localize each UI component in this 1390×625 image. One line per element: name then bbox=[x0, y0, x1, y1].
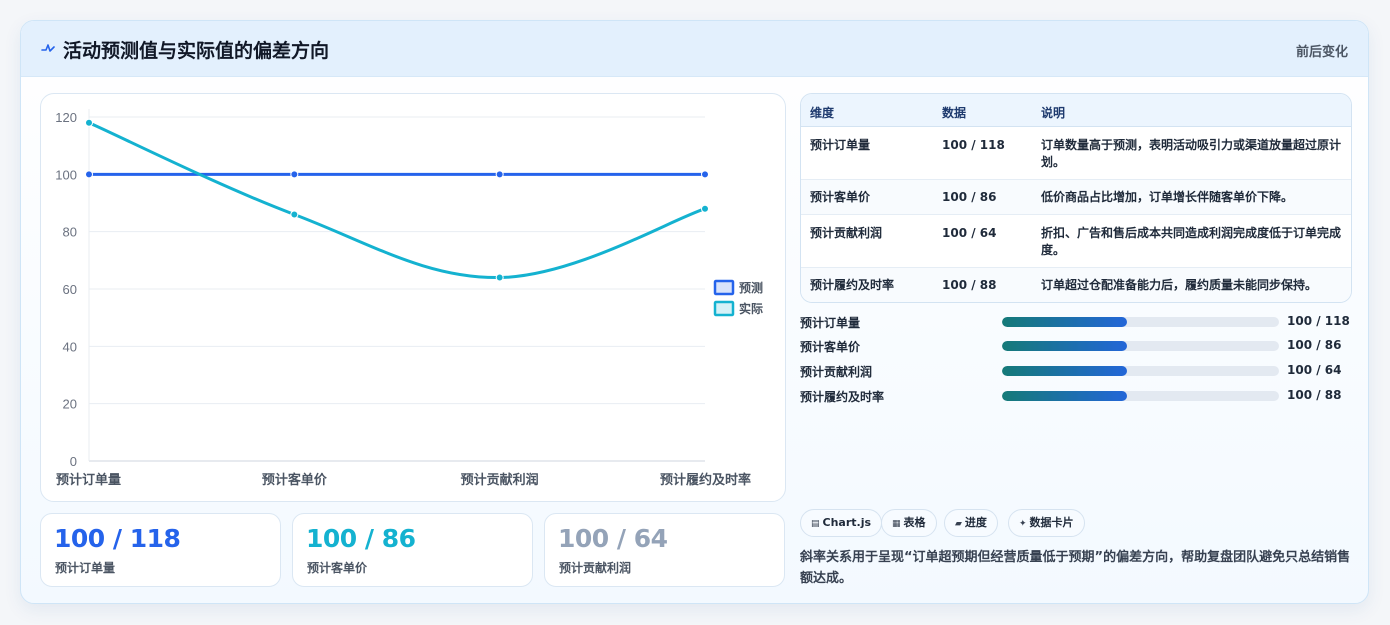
table-row: 预计履约及时率 100 / 88 订单超过仓配准备能力后，履约质量未能同步保持。 bbox=[801, 268, 1351, 302]
table-cell-note: 折扣、广告和售后成本共同造成利润完成度低于订单完成度。 bbox=[1041, 226, 1342, 257]
line-chart: 0 20 40 60 80 100 120 预计订单量 预计客单价 预计贡献利润 预计履约及时率 预测… bbox=[55, 109, 763, 488]
table-row: 预计客单价 100 / 86 低价商品占比增加，订单增长伴随客单价下降。 bbox=[801, 180, 1351, 215]
table-cell-dim: 预计订单量 bbox=[810, 138, 871, 152]
kpi-value: 100 / 118 bbox=[54, 524, 181, 553]
progress-label: 预计履约及时率 bbox=[800, 390, 885, 404]
x-tick-label: 预计客单价 bbox=[262, 472, 328, 488]
y-tick-label: 80 bbox=[63, 225, 77, 240]
legend-swatch bbox=[713, 279, 735, 296]
kpi-label: 预计客单价 bbox=[307, 561, 368, 575]
data-table: 维度 数据 说明 预计订单量 100 / 118 订单数量高于预测，表明活动吸引… bbox=[800, 93, 1352, 303]
data-point bbox=[701, 204, 709, 213]
kpi-card-2: 100 / 64 预计贡献利润 bbox=[544, 513, 785, 587]
kpi-value: 100 / 86 bbox=[306, 524, 416, 553]
table-cell-dim: 预计履约及时率 bbox=[810, 278, 895, 292]
table-cell-data: 100 / 64 bbox=[942, 226, 997, 240]
table-cell-data: 100 / 118 bbox=[942, 138, 1005, 152]
data-point bbox=[290, 170, 299, 179]
summary-text: 斜率关系用于呈现“订单超预期但经营质量低于预期”的偏差方向，帮助复盘团队避免只总… bbox=[800, 550, 1351, 586]
x-tick-label: 预计订单量 bbox=[56, 472, 121, 488]
progress-track bbox=[1002, 317, 1279, 327]
tag-data-card[interactable]: ✦ 数据卡片 bbox=[1008, 509, 1085, 537]
progress-fill bbox=[1002, 317, 1127, 327]
progress-icon: ▰ bbox=[955, 519, 962, 529]
progress-label: 预计订单量 bbox=[800, 316, 861, 330]
progress-value: 100 / 118 bbox=[1287, 314, 1350, 328]
y-tick-label: 60 bbox=[63, 282, 77, 297]
data-point bbox=[85, 170, 93, 179]
table-row: 预计贡献利润 100 / 64 折扣、广告和售后成本共同造成利润完成度低于订单完… bbox=[801, 215, 1351, 268]
progress-value: 100 / 64 bbox=[1287, 363, 1342, 377]
table-row: 预计订单量 100 / 118 订单数量高于预测，表明活动吸引力或渠道放量超过原… bbox=[801, 127, 1351, 180]
tag-label: 数据卡片 bbox=[1029, 516, 1074, 529]
data-point bbox=[701, 170, 709, 179]
table-cell-data: 100 / 86 bbox=[942, 190, 997, 204]
progress-fill bbox=[1002, 366, 1127, 376]
main-card: 活动预测值与实际值的偏差方向 前后变化 0 20 40 60 80 100 120 预计订单量… bbox=[20, 20, 1369, 604]
progress-value: 100 / 86 bbox=[1287, 338, 1342, 352]
data-point bbox=[495, 170, 504, 179]
table-cell-note: 订单数量高于预测，表明活动吸引力或渠道放量超过原计划。 bbox=[1041, 138, 1342, 169]
data-point bbox=[85, 118, 93, 127]
data-point bbox=[495, 273, 504, 282]
tag-label: Chart.js bbox=[822, 516, 872, 529]
tag-progress[interactable]: ▰ 进度 bbox=[944, 509, 998, 537]
progress-row-3: 预计履约及时率 100 / 88 bbox=[800, 387, 1352, 405]
table-cell-dim: 预计客单价 bbox=[810, 190, 871, 204]
kpi-card-1: 100 / 86 预计客单价 bbox=[292, 513, 533, 587]
x-tick-label: 预计贡献利润 bbox=[461, 472, 539, 488]
progress-row-2: 预计贡献利润 100 / 64 bbox=[800, 362, 1352, 380]
table-header: 维度 数据 说明 bbox=[801, 94, 1351, 127]
tag-label: 进度 bbox=[964, 516, 987, 529]
progress-label: 预计贡献利润 bbox=[800, 365, 873, 379]
legend-label: 实际 bbox=[739, 301, 763, 316]
table-header-cell: 说明 bbox=[1041, 106, 1066, 120]
page-title: 活动预测值与实际值的偏差方向 bbox=[63, 40, 330, 62]
progress-label: 预计客单价 bbox=[800, 340, 861, 354]
kpi-label: 预计订单量 bbox=[55, 561, 116, 575]
y-tick-label: 20 bbox=[63, 397, 77, 412]
table-cell-dim: 预计贡献利润 bbox=[810, 226, 883, 240]
table-cell-data: 100 / 88 bbox=[942, 278, 997, 292]
data-point bbox=[290, 210, 299, 219]
tag-label: 表格 bbox=[903, 516, 926, 529]
legend-label: 预测 bbox=[739, 280, 763, 295]
progress-fill bbox=[1002, 341, 1127, 351]
header-action-link[interactable]: 前后变化 bbox=[1296, 41, 1348, 60]
y-tick-label: 0 bbox=[70, 454, 77, 469]
kpi-card-0: 100 / 118 预计订单量 bbox=[40, 513, 281, 587]
table-cell-note: 低价商品占比增加，订单增长伴随客单价下降。 bbox=[1041, 190, 1294, 204]
tag-table[interactable]: ▦ 表格 bbox=[881, 509, 937, 537]
table-icon: ▦ bbox=[892, 519, 901, 529]
chart-icon: ▤ bbox=[811, 519, 820, 529]
table-header-cell: 维度 bbox=[810, 106, 835, 120]
x-tick-label: 预计履约及时率 bbox=[660, 472, 751, 488]
kpi-label: 预计贡献利润 bbox=[559, 561, 632, 575]
chart-container: 0 20 40 60 80 100 120 预计订单量 预计客单价 预计贡献利润 预计履约及时率 预测… bbox=[40, 93, 786, 502]
y-tick-label: 100 bbox=[55, 167, 77, 182]
table-header-cell: 数据 bbox=[942, 106, 967, 120]
card-header: 活动预测值与实际值的偏差方向 前后变化 bbox=[21, 21, 1368, 77]
progress-fill bbox=[1002, 391, 1127, 401]
legend-swatch bbox=[713, 300, 735, 317]
kpi-value: 100 / 64 bbox=[558, 524, 668, 553]
progress-track bbox=[1002, 366, 1279, 376]
sparkle-icon: ✦ bbox=[1019, 519, 1027, 529]
progress-track bbox=[1002, 391, 1279, 401]
progress-track bbox=[1002, 341, 1279, 351]
progress-value: 100 / 88 bbox=[1287, 388, 1342, 402]
progress-row-1: 预计客单价 100 / 86 bbox=[800, 337, 1352, 355]
y-tick-label: 120 bbox=[55, 110, 77, 125]
series-line-1 bbox=[88, 121, 706, 280]
pulse-icon bbox=[41, 44, 55, 52]
progress-row-0: 预计订单量 100 / 118 bbox=[800, 313, 1352, 331]
table-cell-note: 订单超过仓配准备能力后，履约质量未能同步保持。 bbox=[1041, 278, 1318, 292]
y-tick-label: 40 bbox=[63, 339, 77, 354]
tag-chartjs[interactable]: ▤ Chart.js bbox=[800, 509, 883, 537]
